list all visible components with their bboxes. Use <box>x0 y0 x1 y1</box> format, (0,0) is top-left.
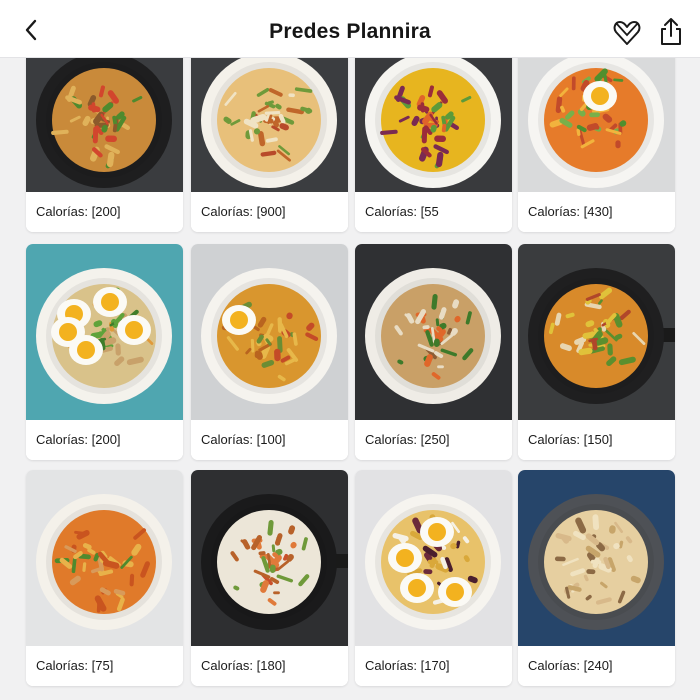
recipe-card[interactable]: Calorías: [200] <box>26 244 183 460</box>
calories-label: Calorías: [180] <box>191 646 348 686</box>
calories-label: Calorías: [170] <box>355 646 512 686</box>
recipe-card[interactable]: Calorías: [900] <box>191 40 348 232</box>
recipe-card[interactable]: Calorías: [200] <box>26 40 183 232</box>
recipe-card[interactable]: Calorías: [170] <box>355 470 512 686</box>
calories-label: Calorías: [900] <box>191 192 348 232</box>
recipe-card[interactable]: Calorías: [430] <box>518 40 675 232</box>
recipe-photo <box>26 40 183 192</box>
share-icon <box>661 18 681 45</box>
recipe-photo <box>355 244 512 420</box>
recipe-card[interactable]: Calorías: [180] <box>191 470 348 686</box>
share-button[interactable] <box>658 17 684 47</box>
recipe-card[interactable]: Calorías: [100] <box>191 244 348 460</box>
recipe-photo <box>26 470 183 646</box>
calories-label: Calorías: [240] <box>518 646 675 686</box>
recipe-photo <box>518 244 675 420</box>
recipe-card[interactable]: Calorías: [55 <box>355 40 512 232</box>
recipe-photo <box>518 470 675 646</box>
recipe-card[interactable]: Calorías: [250] <box>355 244 512 460</box>
top-app-bar: Predes Plannira <box>0 0 700 58</box>
recipe-photo <box>355 470 512 646</box>
calories-label: Calorías: [200] <box>26 192 183 232</box>
recipe-grid: Calorías: [200] Calorías: [900] Calorías: … <box>26 40 676 700</box>
recipe-photo <box>518 40 675 192</box>
favorite-button[interactable] <box>612 19 642 47</box>
app-screen: Predes Plannira Calorías: [200] Calorías:… <box>0 0 700 700</box>
calories-label: Calorías: [100] <box>191 420 348 460</box>
calories-label: Calorías: [150] <box>518 420 675 460</box>
recipe-card[interactable]: Calorías: [75] <box>26 470 183 686</box>
recipe-photo <box>355 40 512 192</box>
recipe-card[interactable]: Calorías: [150] <box>518 244 675 460</box>
recipe-photo <box>191 470 348 646</box>
page-title: Predes Plannira <box>269 20 431 43</box>
calories-label: Calorías: [200] <box>26 420 183 460</box>
recipe-card[interactable]: Calorías: [240] <box>518 470 675 686</box>
calories-label: Calorías: [75] <box>26 646 183 686</box>
calories-label: Calorías: [55 <box>355 192 512 232</box>
recipe-photo <box>26 244 183 420</box>
calories-label: Calorías: [430] <box>518 192 675 232</box>
recipe-photo <box>191 40 348 192</box>
calories-label: Calorías: [250] <box>355 420 512 460</box>
heart-outline-icon <box>613 21 641 45</box>
recipe-photo <box>191 244 348 420</box>
